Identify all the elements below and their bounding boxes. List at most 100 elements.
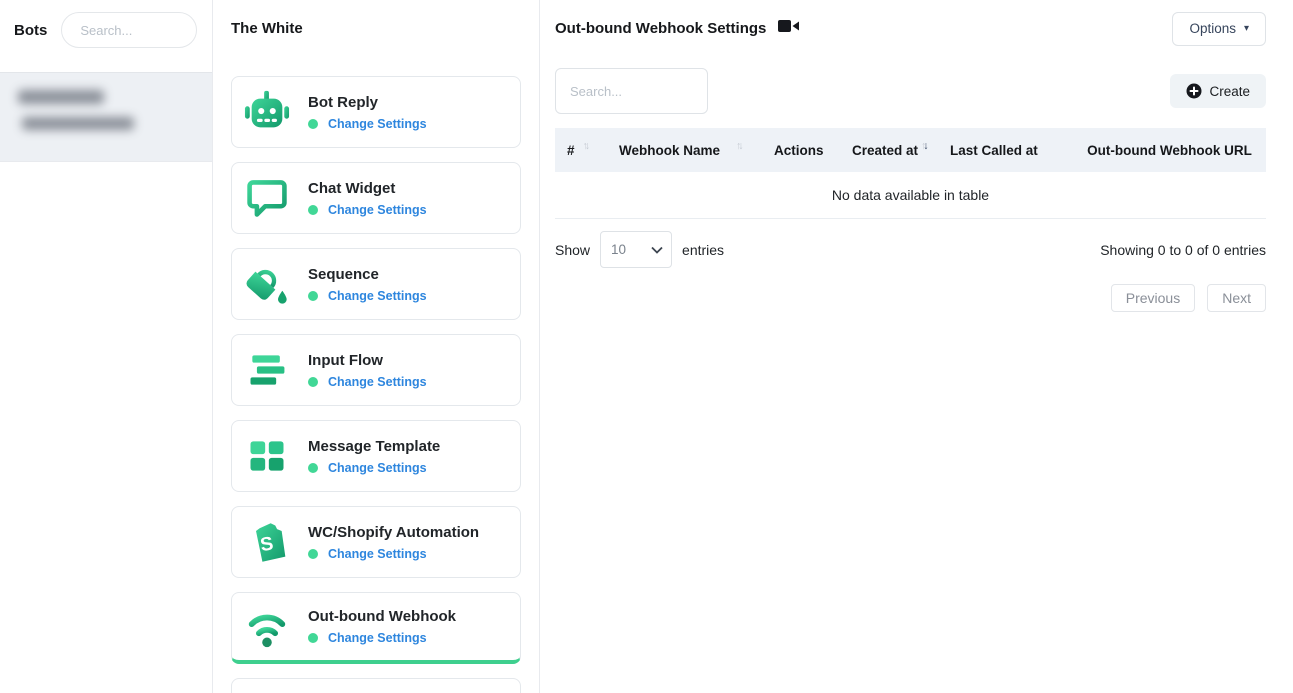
previous-button[interactable]: Previous: [1111, 284, 1195, 312]
card-title: Chat Widget: [308, 180, 427, 197]
status-dot: [308, 549, 318, 559]
webhook-settings-main: Out-bound Webhook Settings Options ▾: [540, 0, 1293, 693]
webhook-search-input[interactable]: [555, 68, 708, 114]
page-size-control: Show 10 entries: [555, 231, 724, 268]
show-label: Show: [555, 242, 590, 258]
change-settings-link[interactable]: Change Settings: [328, 375, 427, 389]
robot-icon: [244, 89, 290, 135]
bot-list-item-selected[interactable]: [0, 72, 212, 162]
column-header-index[interactable]: # ↑↓: [555, 143, 607, 158]
status-dot: [308, 633, 318, 643]
plus-circle-icon: [1186, 83, 1202, 99]
table-footer: Show 10 entries Showing 0 to 0 of 0 entr…: [555, 231, 1266, 268]
column-header-webhook-url: Out-bound Webhook URL: [1073, 143, 1266, 158]
card-link-row: Change Settings: [308, 547, 479, 561]
settings-card-bot-reply[interactable]: Bot Reply Change Settings: [231, 76, 521, 148]
column-label: Actions: [774, 143, 824, 158]
page-size-select[interactable]: 10: [600, 231, 672, 268]
column-header-created-at[interactable]: Created at ↑↓: [840, 143, 938, 158]
shopify-bag-icon: S: [244, 519, 290, 565]
card-title: WC/Shopify Automation: [308, 524, 479, 541]
bars-icon: [244, 347, 290, 393]
card-title: Sequence: [308, 266, 427, 283]
column-header-webhook-name[interactable]: Webhook Name ↑↓: [607, 143, 762, 158]
settings-card-outbound-webhook[interactable]: Out-bound Webhook Change Settings: [231, 592, 521, 664]
page-title: Out-bound Webhook Settings: [555, 20, 766, 37]
change-settings-link[interactable]: Change Settings: [328, 631, 427, 645]
card-title: Message Template: [308, 438, 440, 455]
card-body: Bot Reply Change Settings: [308, 94, 427, 131]
change-settings-link[interactable]: Change Settings: [328, 547, 427, 561]
change-settings-link[interactable]: Change Settings: [328, 461, 427, 475]
status-dot: [308, 377, 318, 387]
bots-title: Bots: [14, 22, 47, 39]
card-title: Input Flow: [308, 352, 427, 369]
status-dot: [308, 291, 318, 301]
card-body: Sequence Change Settings: [308, 266, 427, 303]
app-root: Bots The White: [0, 0, 1293, 693]
chevron-down-icon: ▾: [1244, 23, 1249, 34]
settings-card-sequence[interactable]: Sequence Change Settings: [231, 248, 521, 320]
paint-bucket-icon: [244, 261, 290, 307]
pagination: Previous Next: [555, 284, 1266, 312]
card-body: Input Flow Change Settings: [308, 352, 427, 389]
create-button[interactable]: Create: [1170, 74, 1266, 108]
bot-phone-redacted: [22, 117, 134, 130]
column-label: Last Called at: [950, 143, 1038, 158]
status-dot: [308, 463, 318, 473]
page-size-select-wrap: 10: [600, 231, 672, 268]
card-body: Message Template Change Settings: [308, 438, 440, 475]
card-link-row: Change Settings: [308, 461, 440, 475]
settings-card-wc-shopify[interactable]: S WC/Shopify Automation Change Settings: [231, 506, 521, 578]
card-link-row: Change Settings: [308, 289, 427, 303]
webhooks-table: # ↑↓ Webhook Name ↑↓ Actions Created at …: [555, 128, 1266, 219]
chat-bubble-icon: [244, 175, 290, 221]
card-link-row: Change Settings: [308, 375, 427, 389]
main-header: Out-bound Webhook Settings Options ▾: [555, 0, 1266, 46]
column-header-actions: Actions: [762, 143, 840, 158]
card-link-row: Change Settings: [308, 117, 427, 131]
card-body: Out-bound Webhook Change Settings: [308, 608, 456, 645]
card-body: Chat Widget Change Settings: [308, 180, 427, 217]
status-dot: [308, 119, 318, 129]
change-settings-link[interactable]: Change Settings: [328, 117, 427, 131]
sort-icon[interactable]: ↑↓: [736, 140, 741, 152]
column-label: Created at: [852, 143, 918, 158]
bot-name-redacted: [18, 90, 104, 104]
column-label: Out-bound Webhook URL: [1087, 143, 1252, 158]
settings-card-partial[interactable]: [231, 678, 521, 693]
bots-sidebar: Bots: [0, 0, 213, 693]
card-link-row: Change Settings: [308, 203, 427, 217]
bot-settings-panel: The White Bot Reply Change Se: [213, 0, 540, 693]
settings-card-input-flow[interactable]: Input Flow Change Settings: [231, 334, 521, 406]
column-label: #: [567, 143, 575, 158]
main-title-wrap: Out-bound Webhook Settings: [555, 17, 800, 40]
status-dot: [308, 205, 318, 215]
sort-icon-active-desc[interactable]: ↑↓: [921, 140, 926, 152]
create-label: Create: [1209, 84, 1250, 99]
next-button[interactable]: Next: [1207, 284, 1266, 312]
card-title: Out-bound Webhook: [308, 608, 456, 625]
sort-icon[interactable]: ↑↓: [583, 140, 588, 152]
video-camera-icon[interactable]: [778, 17, 800, 40]
card-title: Bot Reply: [308, 94, 427, 111]
change-settings-link[interactable]: Change Settings: [328, 289, 427, 303]
settings-card-chat-widget[interactable]: Chat Widget Change Settings: [231, 162, 521, 234]
grid-icon: [244, 433, 290, 479]
card-body: WC/Shopify Automation Change Settings: [308, 524, 479, 561]
change-settings-link[interactable]: Change Settings: [328, 203, 427, 217]
column-label: Webhook Name: [619, 143, 720, 158]
settings-card-message-template[interactable]: Message Template Change Settings: [231, 420, 521, 492]
options-label: Options: [1189, 21, 1236, 36]
bots-search-input[interactable]: [61, 12, 197, 48]
wifi-icon: [244, 604, 290, 650]
entries-summary: Showing 0 to 0 of 0 entries: [1100, 242, 1266, 258]
options-button[interactable]: Options ▾: [1172, 12, 1266, 46]
bot-panel-title: The White: [231, 18, 521, 40]
table-header-row: # ↑↓ Webhook Name ↑↓ Actions Created at …: [555, 128, 1266, 172]
column-header-last-called-at: Last Called at: [938, 143, 1073, 158]
card-link-row: Change Settings: [308, 631, 456, 645]
sidebar-header: Bots: [0, 0, 212, 60]
entries-label: entries: [682, 242, 724, 258]
table-toolbar: Create: [555, 68, 1266, 114]
